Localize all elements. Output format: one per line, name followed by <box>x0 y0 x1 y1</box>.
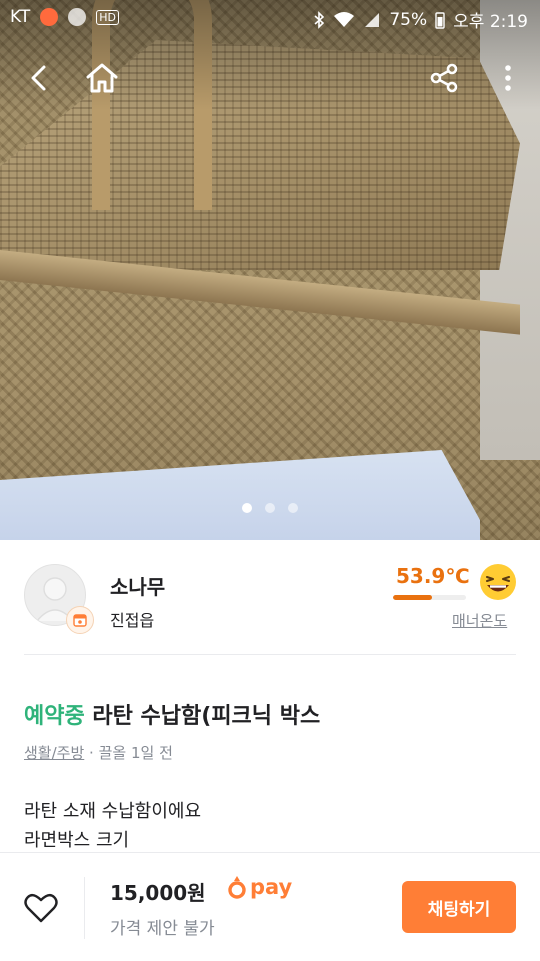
listing-description: 라탄 소재 수납함이에요 라면박스 크기 <box>24 797 201 855</box>
home-icon <box>86 63 118 93</box>
chat-button[interactable]: 채팅하기 <box>402 881 516 933</box>
manner-temperature-bar <box>393 595 466 600</box>
carousel-indicator <box>0 503 540 513</box>
notification-icon <box>40 8 59 26</box>
bottom-divider <box>84 877 85 939</box>
listing-title: 라탄 수납함(피크닉 박스 <box>92 704 321 729</box>
clock: 오후 2:19 <box>453 12 528 32</box>
more-vertical-icon <box>505 65 511 91</box>
talk-icon <box>68 8 87 26</box>
carousel-dot[interactable] <box>242 503 252 513</box>
calendar-badge-icon <box>73 614 87 627</box>
price: 15,000원 <box>110 881 206 905</box>
bottom-action-bar: 15,000원 pay 가격 제안 불가 채팅하기 <box>0 852 540 961</box>
photo-tray <box>0 450 480 540</box>
battery-icon <box>435 11 445 29</box>
wifi-icon <box>334 11 355 27</box>
like-button[interactable] <box>20 887 62 929</box>
manner-temperature: 53.9℃ <box>396 564 470 588</box>
description-line: 라탄 소재 수납함이에요 <box>24 801 202 822</box>
listing-meta: 생활/주방 · 끌올 1일 전 <box>24 742 173 763</box>
bluetooth-icon <box>314 10 325 29</box>
battery-percent: 75% <box>389 9 428 30</box>
carousel-dot[interactable] <box>265 503 275 513</box>
heart-icon <box>24 893 58 923</box>
more-button[interactable] <box>486 56 530 100</box>
back-arrow-icon <box>31 65 46 91</box>
price-offer-note: 가격 제안 불가 <box>110 919 215 939</box>
signal-icon <box>365 12 380 27</box>
seller-location: 진접읍 <box>110 611 155 630</box>
carousel-dot[interactable] <box>288 503 298 513</box>
hd-icon: HD <box>96 9 119 25</box>
carrier-label: KT <box>10 7 31 27</box>
home-button[interactable] <box>80 56 124 100</box>
description-line: 라면박스 크기 <box>24 830 130 851</box>
seller-name[interactable]: 소나무 <box>110 571 165 600</box>
manner-temperature-fill <box>393 595 433 600</box>
seller-profile[interactable]: 소나무 진접읍 53.9℃ 매너온도 <box>0 540 540 656</box>
section-divider <box>24 654 516 655</box>
carrot-pay-icon <box>228 876 246 899</box>
back-button[interactable] <box>18 56 62 100</box>
reservation-status: 예약중 <box>24 704 85 729</box>
status-bar: KT HD 75% 오후 2:19 <box>0 0 540 36</box>
meta-separator: · <box>89 744 94 762</box>
carrot-pay-badge: pay <box>228 875 292 899</box>
bump-time: 끌올 1일 전 <box>98 744 173 762</box>
category-link[interactable]: 생활/주방 <box>24 744 84 762</box>
listing-title-row: 예약중 라탄 수납함(피크닉 박스 <box>24 698 320 730</box>
share-icon <box>430 63 458 93</box>
pay-label: pay <box>250 875 293 899</box>
share-button[interactable] <box>422 56 466 100</box>
laughing-face-icon <box>480 564 516 600</box>
manner-temperature-link[interactable]: 매너온도 <box>452 610 507 631</box>
seller-badge <box>66 606 94 634</box>
